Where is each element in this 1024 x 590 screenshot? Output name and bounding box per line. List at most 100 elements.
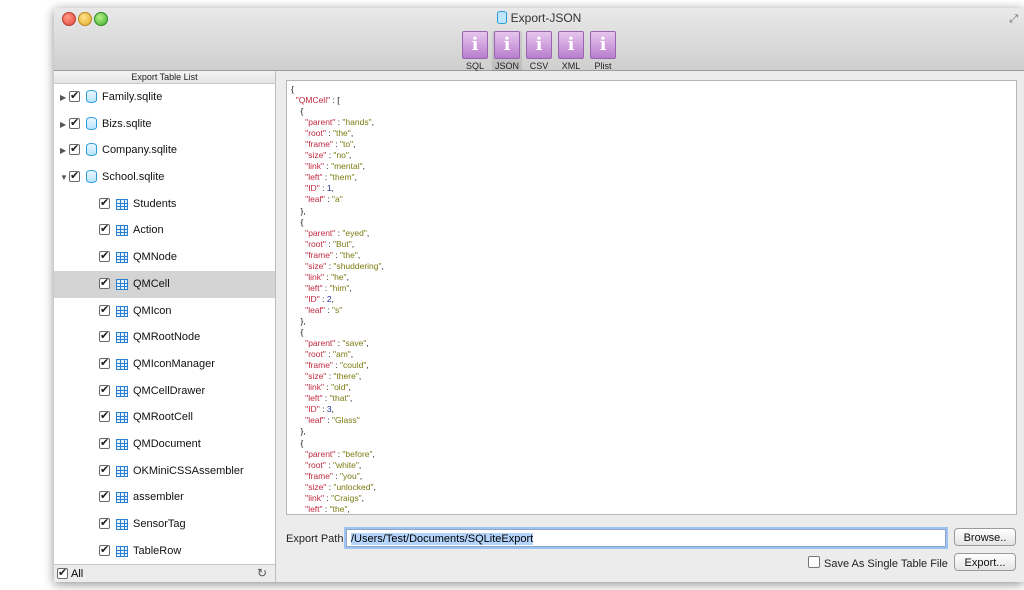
table-list-header: Export Table List [54, 71, 275, 84]
table-grid-icon [116, 358, 128, 370]
single-table-file-option[interactable]: Save As Single Table File [808, 556, 948, 570]
title-bar: Export-JSON ⤢ i SQL i JSON i CSV i XML i Plist [54, 8, 1024, 71]
table-label: SensorTag [133, 518, 186, 530]
database-checkbox[interactable] [69, 116, 80, 129]
table-label: assembler [133, 491, 184, 504]
table-row[interactable]: SensorTag [54, 511, 275, 538]
table-row[interactable]: QMRootCell [54, 404, 275, 431]
table-checkbox[interactable] [99, 436, 110, 449]
table-checkbox[interactable] [99, 489, 110, 503]
info-icon: i [590, 31, 616, 59]
toolbar-plist-button[interactable]: i Plist [588, 31, 618, 71]
table-checkbox[interactable] [99, 329, 110, 343]
table-grid-icon [116, 252, 128, 264]
table-row[interactable]: QMIcon [54, 298, 275, 325]
table-row[interactable]: Action [54, 217, 275, 244]
refresh-icon[interactable]: ↻ [257, 566, 267, 580]
export-button[interactable]: Export... [954, 553, 1016, 571]
table-row[interactable]: QMRootNode [54, 324, 275, 351]
disclosure-collapsed-icon[interactable]: ▶ [60, 93, 66, 102]
export-path-label: Export Path: [286, 533, 347, 545]
single-table-file-checkbox[interactable] [808, 556, 820, 568]
table-row[interactable]: QMIconManager [54, 351, 275, 378]
table-row[interactable]: TableRow [54, 538, 275, 565]
table-checkbox[interactable] [99, 276, 110, 289]
table-checkbox[interactable] [99, 383, 110, 396]
table-grid-icon [116, 332, 128, 344]
table-list-footer: All ↻ [54, 564, 275, 582]
table-label: OKMiniCSSAssembler [133, 464, 244, 477]
table-checkbox[interactable] [99, 196, 110, 209]
database-row[interactable]: ▶ Family.sqlite [54, 84, 275, 111]
database-label: School.sqlite [102, 171, 165, 184]
toolbar-label: JSON [494, 61, 519, 71]
toolbar-label: Plist [594, 61, 612, 71]
table-row[interactable]: assembler [54, 484, 275, 511]
table-grid-icon [116, 278, 128, 290]
table-label: QMRootCell [133, 411, 193, 424]
info-icon: i [494, 31, 520, 59]
disclosure-collapsed-icon[interactable]: ▶ [60, 120, 66, 129]
table-checkbox[interactable] [99, 356, 110, 369]
table-checkbox[interactable] [99, 303, 110, 316]
table-row[interactable]: QMDocument [54, 431, 275, 458]
table-label: Students [133, 197, 177, 210]
table-grid-icon [116, 225, 128, 237]
database-checkbox[interactable] [69, 169, 80, 183]
table-checkbox[interactable] [99, 409, 110, 423]
table-checkbox[interactable] [99, 222, 110, 236]
database-row[interactable]: ▶ Company.sqlite [54, 137, 275, 164]
table-label: QMRootNode [133, 331, 201, 344]
database-row[interactable]: ▶ Bizs.sqlite [54, 111, 275, 138]
table-label: Action [133, 224, 164, 237]
browse-button[interactable]: Browse.. [954, 528, 1016, 546]
database-row[interactable]: ▼ School.sqlite [54, 164, 275, 191]
select-all-checkbox[interactable] [57, 566, 68, 579]
toolbar-label: CSV [529, 61, 549, 71]
toolbar-xml-button[interactable]: i XML [556, 31, 586, 71]
toolbar-csv-button[interactable]: i CSV [524, 31, 554, 71]
single-table-file-label: Save As Single Table File [824, 558, 948, 570]
database-icon [86, 143, 97, 157]
table-checkbox[interactable] [99, 516, 110, 529]
database-label: Family.sqlite [102, 91, 163, 103]
toolbar-json-button[interactable]: i JSON [492, 31, 522, 71]
toolbar-label: SQL [465, 61, 484, 71]
disclosure-expanded-icon[interactable]: ▼ [60, 173, 68, 182]
export-path-value: /Users/Test/Documents/SQLiteExport [351, 533, 534, 545]
toolbar-sql-button[interactable]: i SQL [460, 31, 490, 71]
table-row[interactable]: OKMiniCSSAssembler [54, 458, 275, 485]
json-preview-text: { "QMCell" : [ { "parent" : "hands", "ro… [291, 84, 384, 514]
table-label: QMNode [133, 251, 178, 264]
database-icon [496, 11, 507, 24]
disclosure-collapsed-icon[interactable]: ▶ [60, 146, 66, 155]
table-label: TableRow [133, 544, 182, 557]
table-checkbox[interactable] [99, 463, 110, 476]
table-row[interactable]: Students [54, 191, 275, 218]
database-checkbox[interactable] [69, 142, 80, 156]
table-row[interactable]: QMNode [54, 244, 275, 271]
export-path-field[interactable]: /Users/Test/Documents/SQLiteExport [346, 529, 946, 547]
table-label: QMDocument [133, 437, 201, 450]
json-preview[interactable]: { "QMCell" : [ { "parent" : "hands", "ro… [286, 80, 1017, 515]
table-checkbox[interactable] [99, 543, 110, 556]
table-row[interactable]: QMCell [54, 270, 275, 298]
select-all-label: All [71, 568, 84, 580]
export-json-window: Export-JSON ⤢ i SQL i JSON i CSV i XML i Plist Ex… [54, 8, 1024, 582]
database-label: Company.sqlite [102, 144, 177, 157]
table-grid-icon [116, 545, 128, 557]
table-grid-icon [116, 438, 128, 450]
toolbar-label: XML [561, 61, 581, 71]
database-icon [86, 90, 97, 103]
table-grid-icon [116, 519, 128, 530]
table-grid-icon [116, 385, 128, 397]
table-checkbox[interactable] [99, 249, 110, 263]
table-grid-icon [116, 412, 128, 424]
info-icon: i [462, 31, 488, 59]
fullscreen-icon[interactable]: ⤢ [1009, 13, 1018, 26]
database-checkbox[interactable] [69, 89, 80, 102]
window-title: Export-JSON [54, 11, 1024, 25]
table-grid-icon [116, 198, 128, 210]
table-row[interactable]: QMCellDrawer [54, 378, 275, 405]
table-label: QMCell [133, 277, 170, 290]
